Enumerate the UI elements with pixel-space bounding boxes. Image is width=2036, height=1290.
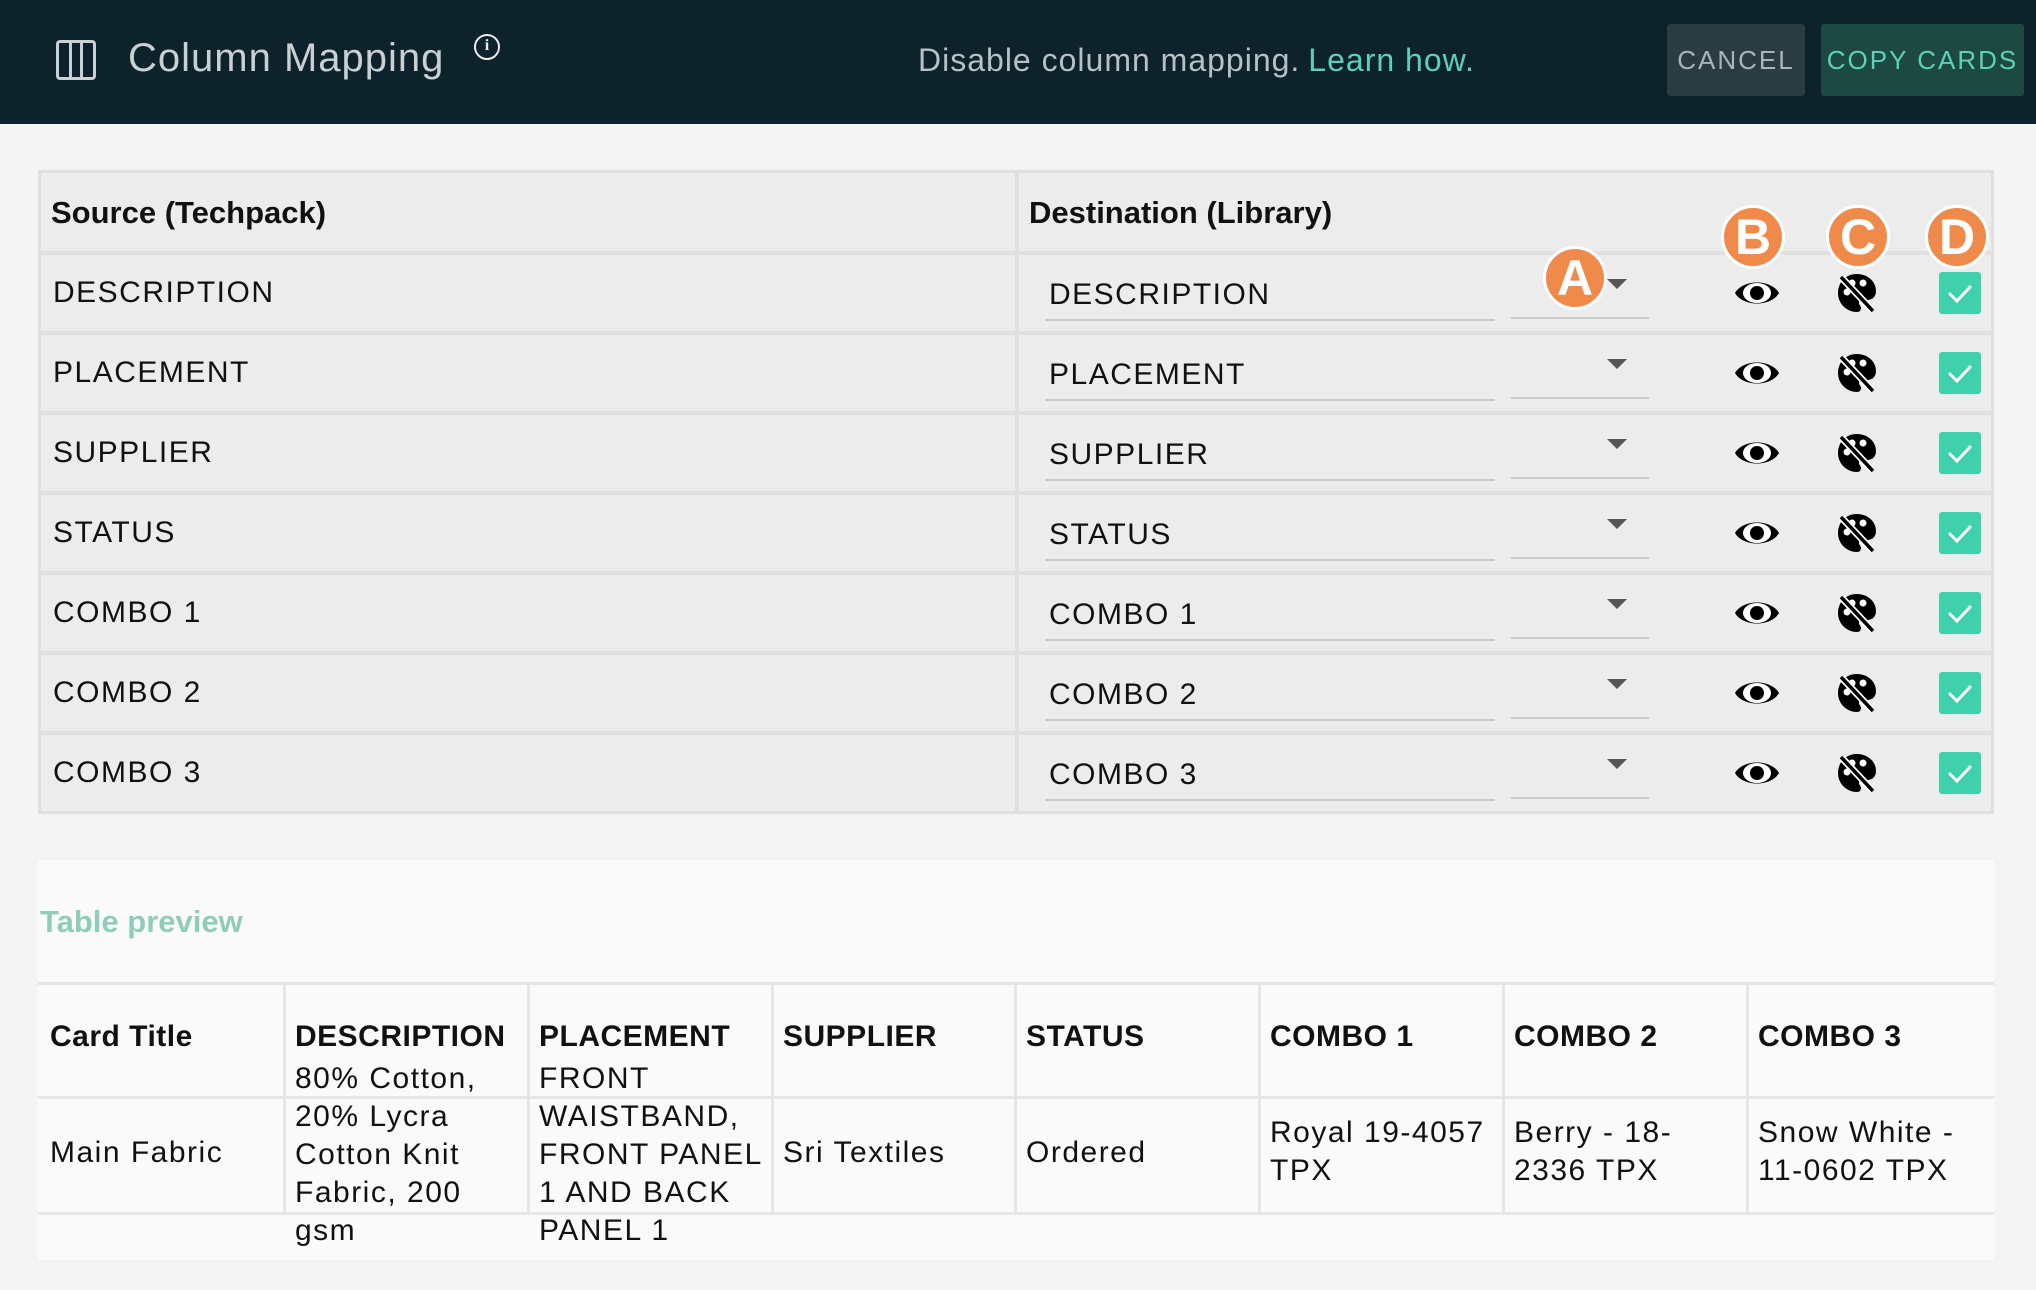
- destination-field[interactable]: SUPPLIER: [1045, 427, 1495, 481]
- preview-cell-combo2: Berry - 18-2336 TPX: [1514, 1116, 1673, 1187]
- mapping-row: SUPPLIER SUPPLIER: [41, 411, 1991, 491]
- mapping-row: COMBO 3 COMBO 3: [41, 731, 1991, 811]
- palette-off-icon[interactable]: [1835, 591, 1879, 635]
- preview-cell-combo1: Royal 19-4057 TPX: [1270, 1116, 1485, 1187]
- preview-column-header: Card Title: [50, 1020, 193, 1053]
- info-icon[interactable]: i: [474, 34, 500, 60]
- palette-off-icon[interactable]: [1835, 431, 1879, 475]
- disable-mapping-label: Disable column mapping.: [918, 42, 1301, 78]
- preview-column-divider: [1014, 984, 1017, 1214]
- dropdown-caret-icon[interactable]: [1607, 759, 1627, 769]
- include-checkbox[interactable]: [1939, 592, 1981, 634]
- dropdown-caret-icon[interactable]: [1607, 439, 1627, 449]
- destination-field[interactable]: COMBO 2: [1045, 667, 1495, 721]
- eye-icon[interactable]: [1733, 273, 1781, 313]
- preview-cell-combo3: Snow White - 11-0602 TPX: [1758, 1116, 1955, 1187]
- source-field: STATUS: [53, 516, 176, 549]
- preview-cell-status: Ordered: [1026, 1136, 1147, 1169]
- badge-a: A: [1543, 246, 1607, 310]
- include-checkbox[interactable]: [1939, 352, 1981, 394]
- preview-column-divider: [771, 984, 774, 1214]
- learn-how-link[interactable]: Learn how.: [1308, 42, 1475, 78]
- mapping-row: COMBO 2 COMBO 2: [41, 651, 1991, 731]
- page-title: Column Mapping: [128, 36, 445, 80]
- eye-icon[interactable]: [1733, 673, 1781, 713]
- mapping-row: COMBO 1 COMBO 1: [41, 571, 1991, 651]
- source-field: SUPPLIER: [53, 436, 214, 469]
- source-field: PLACEMENT: [53, 356, 250, 389]
- source-field: COMBO 1: [53, 596, 202, 629]
- eye-icon[interactable]: [1733, 593, 1781, 633]
- mapping-row: STATUS STATUS: [41, 491, 1991, 571]
- badge-b: B: [1721, 205, 1785, 269]
- palette-off-icon[interactable]: [1835, 351, 1879, 395]
- dropdown-caret-icon[interactable]: [1607, 359, 1627, 369]
- badge-d: D: [1925, 205, 1989, 269]
- destination-field[interactable]: STATUS: [1045, 507, 1495, 561]
- preview-column-header: PLACEMENT: [539, 1020, 731, 1053]
- destination-field[interactable]: COMBO 3: [1045, 747, 1495, 801]
- preview-cell-placement: FRONT WAISTBAND, FRONT PANEL 1 AND BACK …: [539, 1062, 762, 1247]
- preview-column-header: COMBO 1: [1270, 1020, 1414, 1053]
- field-type-select[interactable]: [1511, 347, 1649, 399]
- preview-column-divider: [1258, 984, 1261, 1214]
- preview-column-header: COMBO 2: [1514, 1020, 1658, 1053]
- mapping-row: PLACEMENT PLACEMENT: [41, 331, 1991, 411]
- preview-column-divider: [1746, 984, 1749, 1214]
- destination-header: Destination (Library): [1029, 195, 1333, 230]
- dropdown-caret-icon[interactable]: [1607, 679, 1627, 689]
- field-type-select[interactable]: [1511, 507, 1649, 559]
- palette-off-icon[interactable]: [1835, 751, 1879, 795]
- field-type-select[interactable]: [1511, 587, 1649, 639]
- eye-icon[interactable]: [1733, 433, 1781, 473]
- destination-field[interactable]: COMBO 1: [1045, 587, 1495, 641]
- preview-title: Table preview: [40, 904, 243, 939]
- palette-off-icon[interactable]: [1835, 511, 1879, 555]
- source-field: COMBO 3: [53, 756, 202, 789]
- preview-column-divider: [283, 984, 286, 1214]
- dropdown-caret-icon[interactable]: [1607, 279, 1627, 289]
- field-type-select[interactable]: [1511, 427, 1649, 479]
- mapping-row: DESCRIPTION DESCRIPTION: [41, 251, 1991, 331]
- eye-icon[interactable]: [1733, 513, 1781, 553]
- palette-off-icon[interactable]: [1835, 271, 1879, 315]
- field-type-select[interactable]: [1511, 747, 1649, 799]
- preview-column-header: STATUS: [1026, 1020, 1145, 1053]
- preview-cell-description: 80% Cotton, 20% Lycra Cotton Knit Fabric…: [295, 1062, 477, 1247]
- include-checkbox[interactable]: [1939, 272, 1981, 314]
- include-checkbox[interactable]: [1939, 512, 1981, 554]
- preview-column-header: COMBO 3: [1758, 1020, 1902, 1053]
- source-header: Source (Techpack): [51, 195, 327, 230]
- source-field: DESCRIPTION: [53, 276, 275, 309]
- field-type-select[interactable]: [1511, 667, 1649, 719]
- preview-column-header: DESCRIPTION: [295, 1020, 506, 1053]
- include-checkbox[interactable]: [1939, 432, 1981, 474]
- badge-c: C: [1826, 205, 1890, 269]
- eye-icon[interactable]: [1733, 353, 1781, 393]
- preview-cell-supplier: Sri Textiles: [783, 1136, 946, 1169]
- include-checkbox[interactable]: [1939, 752, 1981, 794]
- include-checkbox[interactable]: [1939, 672, 1981, 714]
- destination-field[interactable]: PLACEMENT: [1045, 347, 1495, 401]
- preview-column-header: SUPPLIER: [783, 1020, 938, 1053]
- table-preview: Table preview Card Title DESCRIPTION PLACE…: [38, 860, 1994, 1260]
- mapping-table: Source (Techpack) Destination (Library) …: [38, 170, 1994, 814]
- preview-column-divider: [1502, 984, 1505, 1214]
- dropdown-caret-icon[interactable]: [1607, 599, 1627, 609]
- disable-mapping-text: Disable column mapping. Learn how.: [918, 42, 1475, 79]
- columns-icon[interactable]: [56, 40, 96, 80]
- source-field: COMBO 2: [53, 676, 202, 709]
- copy-cards-button[interactable]: COPY CARDS: [1821, 24, 2024, 96]
- preview-column-divider: [527, 984, 530, 1214]
- dropdown-caret-icon[interactable]: [1607, 519, 1627, 529]
- app-header: Column Mapping i Disable column mapping.…: [0, 0, 2036, 124]
- eye-icon[interactable]: [1733, 753, 1781, 793]
- preview-cell-card-title: Main Fabric: [50, 1136, 224, 1169]
- destination-field[interactable]: DESCRIPTION: [1045, 267, 1495, 321]
- cancel-button[interactable]: CANCEL: [1667, 24, 1805, 96]
- palette-off-icon[interactable]: [1835, 671, 1879, 715]
